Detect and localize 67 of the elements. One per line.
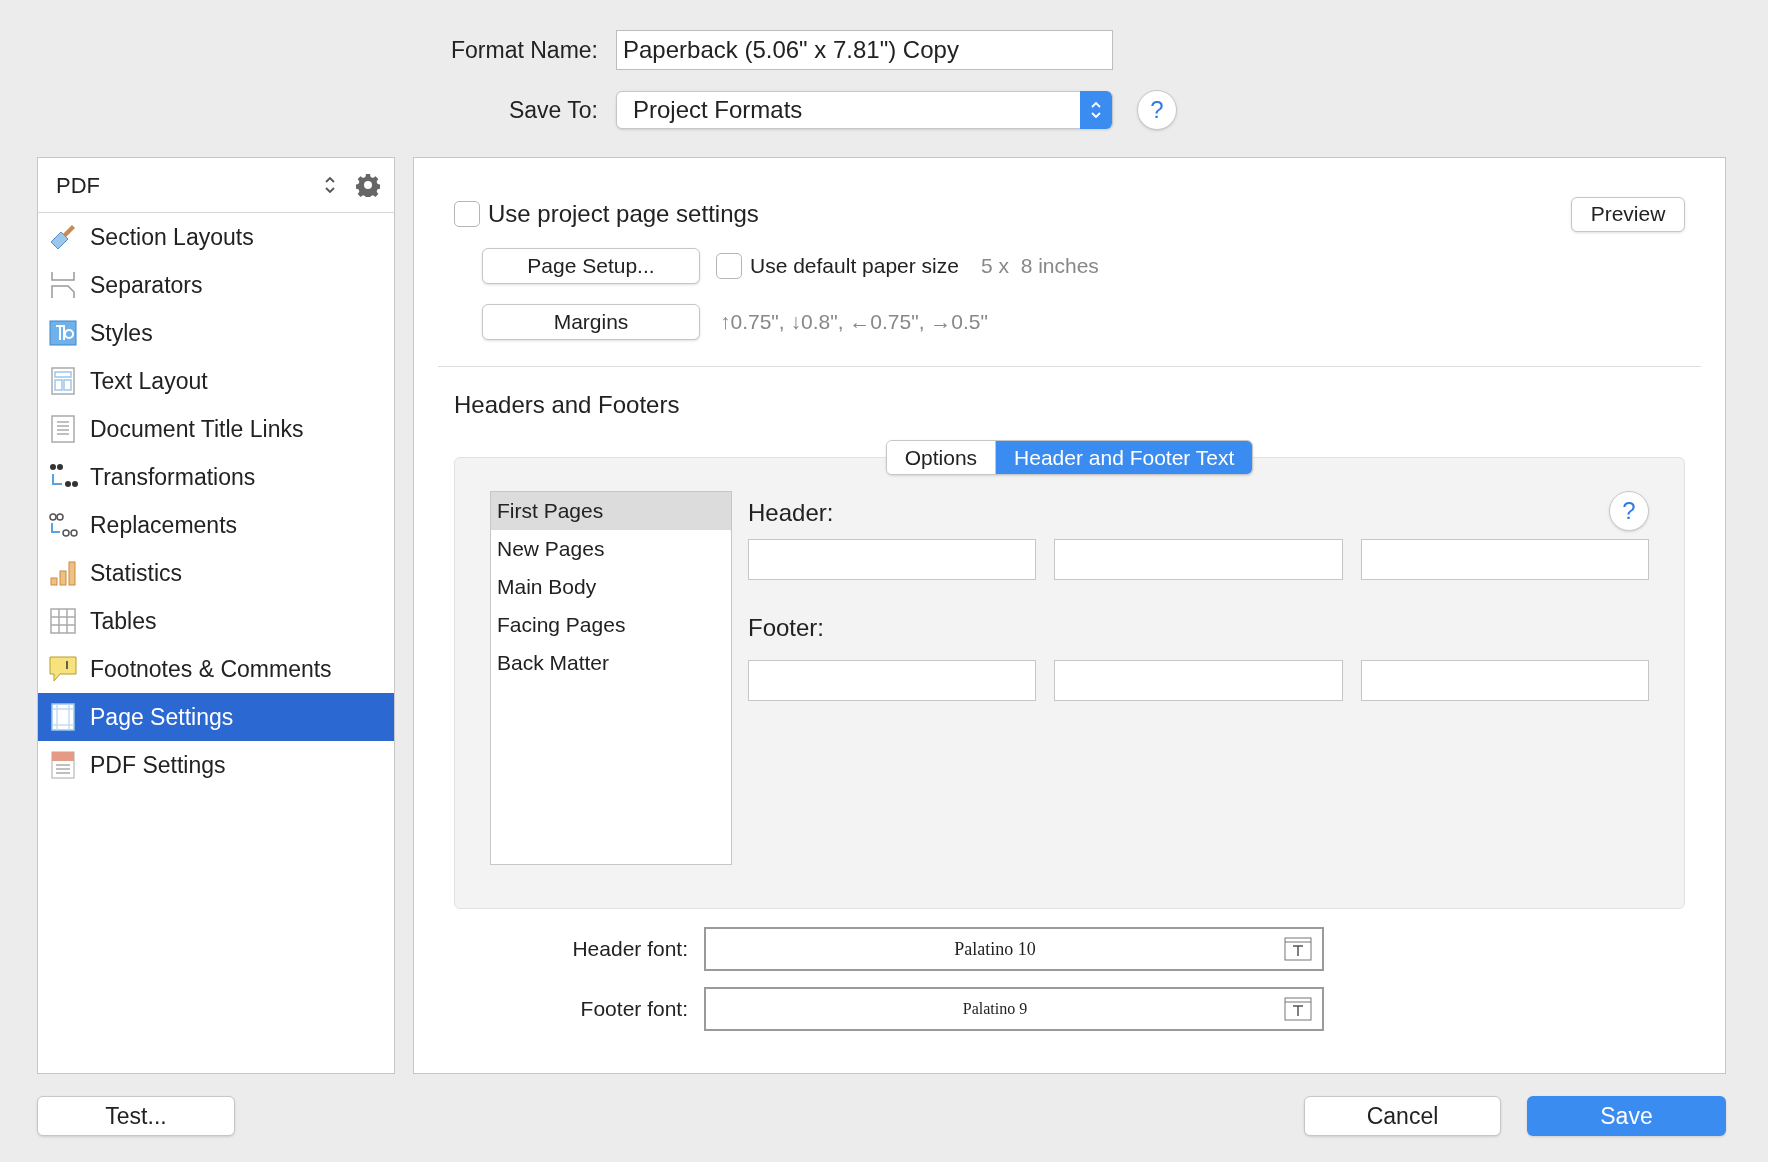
header-field[interactable] — [748, 539, 1037, 580]
pages-list-item[interactable]: Facing Pages — [491, 606, 731, 644]
pages-list-item[interactable]: Main Body — [491, 568, 731, 606]
font-value: Palatino 9 — [961, 999, 1029, 1019]
sidebar-item-icon — [48, 318, 78, 348]
sidebar-item[interactable]: Separators — [38, 261, 394, 309]
font-field[interactable]: Palatino 10 — [704, 927, 1324, 971]
stepper-icon[interactable] — [324, 175, 336, 195]
section-title: Headers and Footers — [454, 390, 681, 420]
sidebar-item[interactable]: Section Layouts — [38, 213, 394, 261]
sidebar-item[interactable]: Footnotes & Comments — [38, 645, 394, 693]
footer-field[interactable] — [748, 660, 1037, 701]
save-to-popup[interactable]: Project Formats — [616, 91, 1113, 129]
font-field[interactable]: Palatino 9 — [704, 987, 1324, 1031]
test-button[interactable]: Test... — [37, 1096, 235, 1136]
sidebar-item[interactable]: Styles — [38, 309, 394, 357]
margins-text: ↑0.75", ↓0.8", ←0.75", →0.5" — [720, 309, 988, 336]
checkbox[interactable]: Use default paper size — [716, 250, 959, 282]
sidebar-item[interactable]: Replacements — [38, 501, 394, 549]
save-to-label: Save To: — [507, 95, 599, 125]
sidebar-item-icon — [48, 414, 78, 444]
footer-label: Footer: — [748, 613, 826, 643]
font-label: Footer font: — [579, 996, 689, 1023]
font-panel-icon[interactable] — [1284, 937, 1312, 961]
sidebar-item-icon — [48, 702, 78, 732]
pages-list-item[interactable]: First Pages — [491, 492, 731, 530]
font-panel-icon[interactable] — [1284, 997, 1312, 1021]
header-field[interactable] — [1054, 539, 1343, 580]
checkbox-label: Use default paper size — [750, 254, 959, 278]
stepper-icon — [1080, 91, 1112, 129]
sidebar-item[interactable]: Transformations — [38, 453, 394, 501]
sidebar-item-icon — [48, 606, 78, 636]
popup-value: Project Formats — [632, 95, 804, 125]
gear-icon[interactable] — [356, 173, 380, 197]
format-name-field[interactable]: Paperback (5.06" x 7.81") Copy — [616, 30, 1113, 70]
sidebar-item-icon — [48, 558, 78, 588]
checkbox-label: Use project page settings — [488, 200, 759, 227]
font-label: Header font: — [571, 936, 689, 963]
sidebar-item[interactable]: PDF Settings — [38, 741, 394, 789]
font-value: Palatino 10 — [953, 937, 1037, 961]
footer-field[interactable] — [1054, 660, 1343, 701]
sidebar-item[interactable]: Document Title Links — [38, 405, 394, 453]
help-button[interactable]: ? — [1137, 90, 1177, 130]
header-field[interactable] — [1360, 539, 1649, 580]
sidebar-item-icon — [48, 654, 78, 684]
margins-button[interactable]: Margins — [482, 304, 700, 340]
preview-button[interactable]: Preview — [1571, 196, 1685, 232]
page-setup-button[interactable]: Page Setup... — [482, 248, 700, 284]
sidebar-item[interactable]: Page Settings — [38, 693, 394, 741]
format-name-label: Format Name: — [450, 35, 599, 65]
cancel-button[interactable]: Cancel — [1304, 1096, 1501, 1136]
pages-list-item[interactable]: Back Matter — [491, 644, 731, 682]
header-label: Header: — [748, 498, 834, 528]
format-popup[interactable]: PDF — [56, 168, 324, 202]
footer-field[interactable] — [1360, 660, 1649, 701]
tab[interactable]: Options — [886, 441, 997, 474]
sidebar-item[interactable]: Tables — [38, 597, 394, 645]
sidebar-item-icon — [48, 222, 78, 252]
sidebar-item-icon — [48, 750, 78, 780]
checkbox[interactable]: Use project page settings — [454, 196, 759, 232]
paper-size-text: 5 x 8 inches — [980, 253, 1099, 280]
sidebar-item-icon — [48, 270, 78, 300]
sidebar-item-icon — [48, 366, 78, 396]
pages-list-item[interactable]: New Pages — [491, 530, 731, 568]
sidebar-item-icon — [48, 510, 78, 540]
sidebar-item[interactable]: Statistics — [38, 549, 394, 597]
sidebar-item[interactable]: Text Layout — [38, 357, 394, 405]
